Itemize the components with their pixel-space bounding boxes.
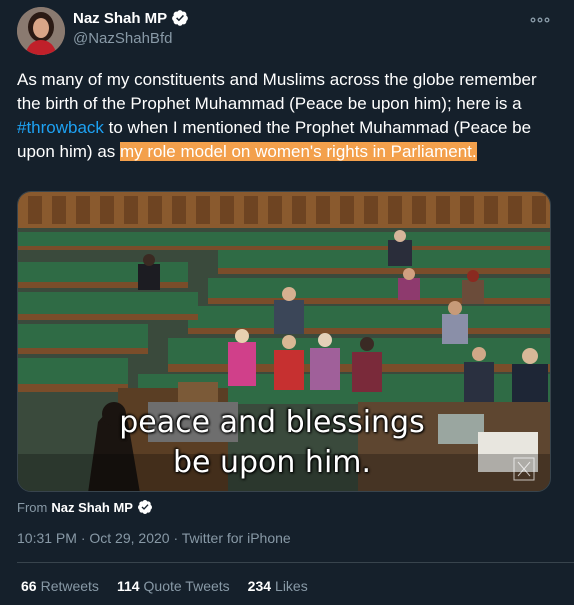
tweet-text-part-1: As many of my constituents and Muslims a… (17, 70, 537, 113)
tweet-time[interactable]: 10:31 PM (17, 530, 77, 546)
tweet-meta: 10:31 PM · Oct 29, 2020 · Twitter for iP… (17, 530, 291, 546)
retweets-label: Retweets (40, 578, 99, 594)
video-player[interactable]: peace and blessings be upon him. (17, 191, 551, 492)
highlighted-text: my role model on women's rights in Parli… (120, 142, 477, 161)
tweet-source[interactable]: Twitter for iPhone (182, 530, 291, 546)
author-display-name[interactable]: Naz Shah MP (73, 10, 167, 27)
retweets-stat[interactable]: 66 Retweets (21, 578, 99, 594)
from-attribution: From Naz Shah MP (17, 499, 153, 515)
avatar[interactable] (17, 7, 65, 55)
tweet-stats: 66 Retweets 114 Quote Tweets 234 Likes (21, 578, 326, 594)
tweet: Naz Shah MP @NazShahBfd As many of my co… (0, 0, 574, 605)
verified-badge-icon (172, 10, 189, 26)
author-handle[interactable]: @NazShahBfd (73, 30, 172, 47)
retweets-count: 66 (21, 578, 37, 594)
tweet-text: As many of my constituents and Muslims a… (17, 68, 537, 164)
quote-tweets-stat[interactable]: 114 Quote Tweets (117, 578, 230, 594)
meta-separator: · (173, 530, 182, 546)
quote-tweets-label: Quote Tweets (143, 578, 230, 594)
more-options-icon[interactable] (528, 8, 552, 32)
from-prefix: From (17, 499, 48, 515)
tweet-date[interactable]: Oct 29, 2020 (89, 530, 169, 546)
video-caption-line-1: peace and blessings (119, 405, 425, 440)
quote-tweets-count: 114 (116, 578, 140, 594)
video-caption-line-2: be upon him. (172, 445, 372, 480)
likes-stat[interactable]: 234 Likes (248, 578, 308, 594)
verified-badge-icon (137, 500, 152, 514)
from-author-link[interactable]: Naz Shah MP (51, 500, 133, 515)
divider (17, 562, 574, 563)
hashtag-link[interactable]: #throwback (17, 118, 104, 137)
likes-label: Likes (275, 578, 308, 594)
likes-count: 234 (247, 578, 272, 594)
author-name-row[interactable]: Naz Shah MP (73, 9, 189, 27)
